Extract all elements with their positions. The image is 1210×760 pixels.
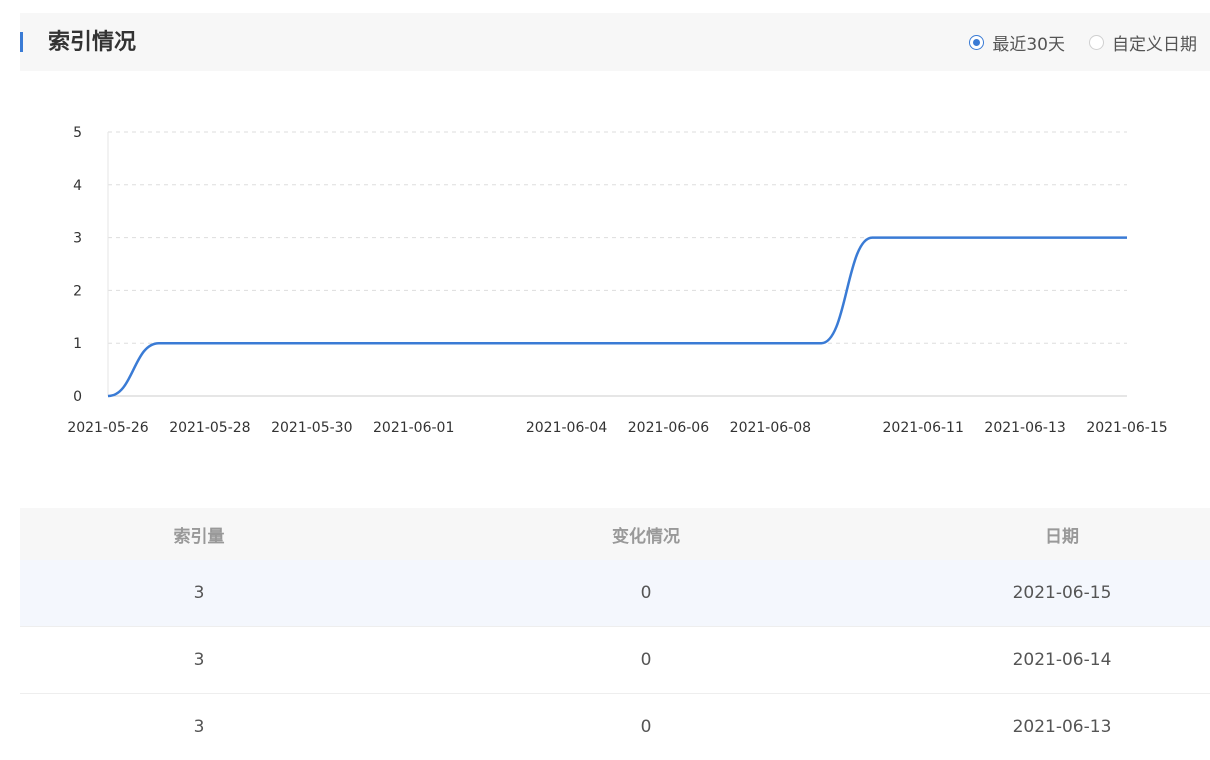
cell-date: 2021-06-13	[1012, 717, 1112, 737]
date-range-radio-group: 最近30天 自定义日期	[945, 30, 1197, 55]
y-tick-label: 0	[73, 389, 82, 405]
x-tick-label: 2021-05-26	[67, 420, 148, 436]
index-table: 索引量 变化情况 日期 3 0 2021-06-15 3 0 2021-06-1…	[20, 508, 1210, 760]
radio-last-30-days[interactable]: 最近30天	[969, 30, 1065, 55]
x-tick-label: 2021-06-15	[1086, 420, 1167, 436]
radio-checked-icon[interactable]	[969, 34, 985, 50]
radio-unchecked-icon[interactable]	[1089, 34, 1104, 50]
y-tick-label: 1	[73, 336, 82, 352]
cell-date: 2021-06-15	[1012, 583, 1112, 603]
column-header-change: 变化情况	[612, 526, 680, 547]
radio-label: 自定义日期	[1112, 34, 1197, 55]
column-header-date: 日期	[1045, 526, 1079, 547]
section-header: 索引情况 最近30天 自定义日期	[20, 13, 1210, 71]
cell-count: 3	[193, 583, 205, 603]
series-line	[107, 236, 1127, 398]
y-tick-label: 3	[73, 231, 82, 247]
table-row[interactable]: 3 0 2021-06-15	[20, 560, 1210, 627]
table-header: 索引量 变化情况 日期	[20, 508, 1210, 560]
x-tick-label: 2021-06-06	[628, 420, 709, 436]
cell-count: 3	[193, 717, 205, 737]
cell-change: 0	[640, 717, 652, 737]
x-tick-label: 2021-06-13	[984, 420, 1065, 436]
radio-custom-date[interactable]: 自定义日期	[1089, 30, 1197, 55]
cell-count: 3	[193, 650, 205, 670]
y-tick-label: 5	[73, 125, 82, 141]
table-row[interactable]: 3 0 2021-06-13	[20, 694, 1210, 760]
table-row[interactable]: 3 0 2021-06-14	[20, 627, 1210, 694]
x-tick-label: 2021-06-08	[730, 420, 811, 436]
x-tick-label: 2021-06-11	[883, 420, 964, 436]
radio-label: 最近30天	[992, 34, 1065, 55]
header-accent-bar	[20, 32, 23, 52]
section-title: 索引情况	[48, 30, 137, 55]
x-tick-label: 2021-06-01	[373, 420, 454, 436]
x-tick-label: 2021-05-28	[169, 420, 250, 436]
index-line-chart: 0 1 2 3 4 5 2021-05-26 2021-05-28 2021-05-30 2021…	[67, 125, 1167, 436]
cell-date: 2021-06-14	[1012, 650, 1112, 670]
column-header-count: 索引量	[173, 526, 225, 547]
y-tick-label: 4	[73, 178, 82, 194]
x-tick-label: 2021-05-30	[271, 420, 352, 436]
cell-change: 0	[640, 583, 652, 603]
cell-change: 0	[640, 650, 652, 670]
x-tick-label: 2021-06-04	[526, 420, 607, 436]
y-tick-label: 2	[73, 283, 82, 299]
